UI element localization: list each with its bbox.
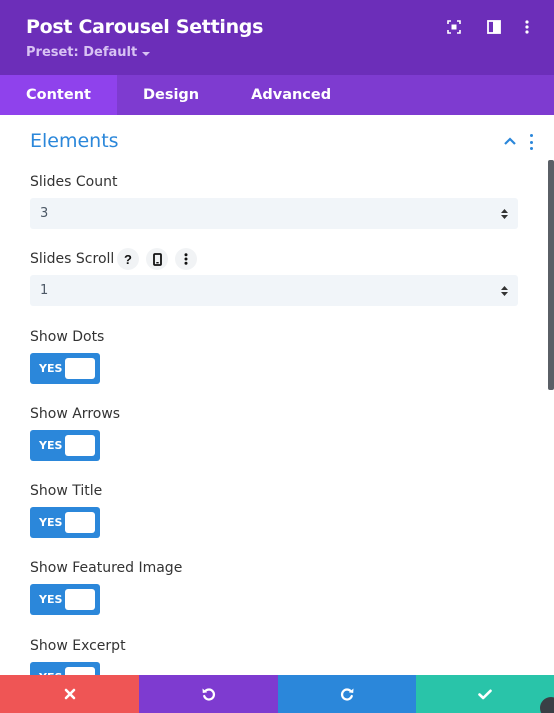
preset-dropdown[interactable]: Preset: Default [26,45,151,60]
tab-advanced[interactable]: Advanced [225,75,357,115]
toggle-knob [65,358,95,379]
redo-button[interactable] [278,675,416,713]
preset-label: Preset: Default [26,45,138,60]
show-excerpt-label: Show Excerpt [30,638,126,654]
caret-down-icon [142,51,151,56]
show-dots-label: Show Dots [30,329,105,345]
modal-footer [0,675,554,713]
undo-button[interactable] [139,675,278,713]
toggle-knob [65,435,95,456]
show-title-toggle[interactable]: YES [30,507,100,538]
show-arrows-toggle[interactable]: YES [30,430,100,461]
help-icon[interactable]: ? [117,248,139,270]
field-options-icon[interactable] [175,248,197,270]
check-icon [478,689,492,699]
toggle-state: YES [39,362,63,375]
toggle-knob [65,589,95,610]
modal-title: Post Carousel Settings [26,16,264,38]
split-view-icon[interactable] [486,19,502,35]
show-featured-image-toggle[interactable]: YES [30,584,100,615]
slides-scroll-label: Slides Scroll [30,251,115,267]
responsive-phone-icon[interactable] [146,248,168,270]
show-excerpt-toggle[interactable]: YES [30,662,100,675]
toggle-state: YES [39,439,63,452]
settings-panel: Elements Slides Count 3 Slides Scroll ? … [0,115,554,675]
slides-count-select[interactable]: 3 [30,198,518,229]
resize-handle-icon[interactable] [540,697,554,713]
slides-count-value: 3 [40,206,49,221]
undo-icon [202,688,215,701]
show-featured-image-label: Show Featured Image [30,560,183,576]
cancel-button[interactable] [0,675,139,713]
section-title[interactable]: Elements [30,130,119,152]
toggle-state: YES [39,516,63,529]
show-dots-toggle[interactable]: YES [30,353,100,384]
slides-scroll-value: 1 [40,283,49,298]
toggle-state: YES [39,593,63,606]
select-arrows-icon [501,286,508,296]
show-arrows-label: Show Arrows [30,406,121,422]
save-button[interactable] [416,675,554,713]
toggle-knob [65,512,95,533]
section-options-icon[interactable] [528,134,534,150]
toggle-knob [65,667,95,675]
tab-design[interactable]: Design [117,75,225,115]
slides-count-label: Slides Count [30,174,118,190]
tab-content[interactable]: Content [0,75,117,115]
redo-icon [340,688,354,701]
tab-bar: Content Design Advanced [0,75,554,115]
chevron-up-icon[interactable] [503,136,517,146]
expand-icon[interactable] [446,19,462,35]
modal-header: Post Carousel Settings Preset: Default [0,0,554,75]
select-arrows-icon [501,209,508,219]
scrollbar[interactable] [548,160,554,390]
more-options-icon[interactable] [519,19,535,35]
close-icon [64,688,75,700]
slides-scroll-select[interactable]: 1 [30,275,518,306]
show-title-label: Show Title [30,483,103,499]
